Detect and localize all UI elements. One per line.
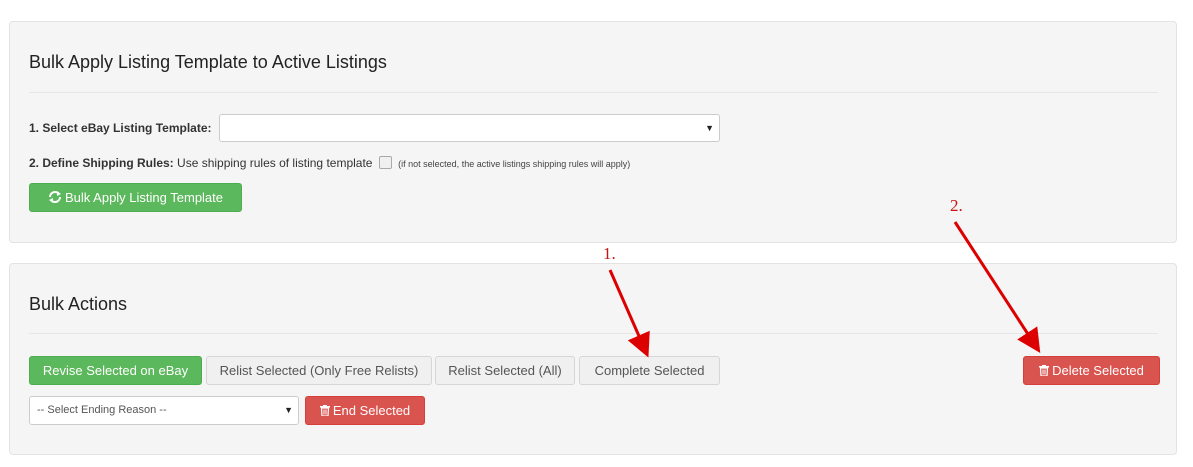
refresh-icon [48,185,62,212]
shipping-rules-checkbox[interactable] [378,156,392,169]
template-select-label: 1. Select eBay Listing Template: [29,121,212,135]
trash-icon [319,398,330,425]
annotation-1-label: 1. [603,244,616,263]
divider [29,92,1158,93]
annotation-2-label: 2. [950,196,963,215]
chevron-down-icon: ▼ [705,123,714,133]
relist-all-button[interactable]: Relist Selected (All) [435,356,575,385]
delete-selected-label: Delete Selected [1052,363,1144,378]
end-selected-button[interactable]: End Selected [305,396,425,425]
ending-reason-select-value: -- Select Ending Reason -- [37,404,167,416]
listing-template-select[interactable]: ▼ [219,114,720,142]
shipping-rules-note: (if not selected, the active listings sh… [398,159,631,169]
chevron-down-icon: ▼ [284,405,293,415]
shipping-rules-label: 2. Define Shipping Rules: [29,156,174,170]
relist-free-button[interactable]: Relist Selected (Only Free Relists) [206,356,432,385]
trash-icon [1039,358,1050,385]
shipping-rules-row: 2. Define Shipping Rules: Use shipping r… [29,156,630,170]
panel-title: Bulk Actions [29,294,128,314]
delete-selected-button[interactable]: Delete Selected [1023,356,1160,385]
divider [29,333,1158,334]
ending-reason-select[interactable]: -- Select Ending Reason -- ▼ [29,396,299,425]
shipping-rules-text: Use shipping rules of listing template [177,156,373,170]
bulk-apply-template-panel: Bulk Apply Listing Template to Active Li… [9,21,1177,243]
bulk-apply-template-button[interactable]: Bulk Apply Listing Template [29,183,242,212]
revise-selected-button[interactable]: Revise Selected on eBay [29,356,202,385]
bulk-apply-template-label: Bulk Apply Listing Template [64,190,224,205]
end-selected-label: End Selected [332,403,411,418]
complete-selected-button[interactable]: Complete Selected [579,356,720,385]
panel-title: Bulk Apply Listing Template to Active Li… [29,52,387,72]
bulk-actions-panel: Bulk Actions Revise Selected on eBay Rel… [9,263,1177,455]
